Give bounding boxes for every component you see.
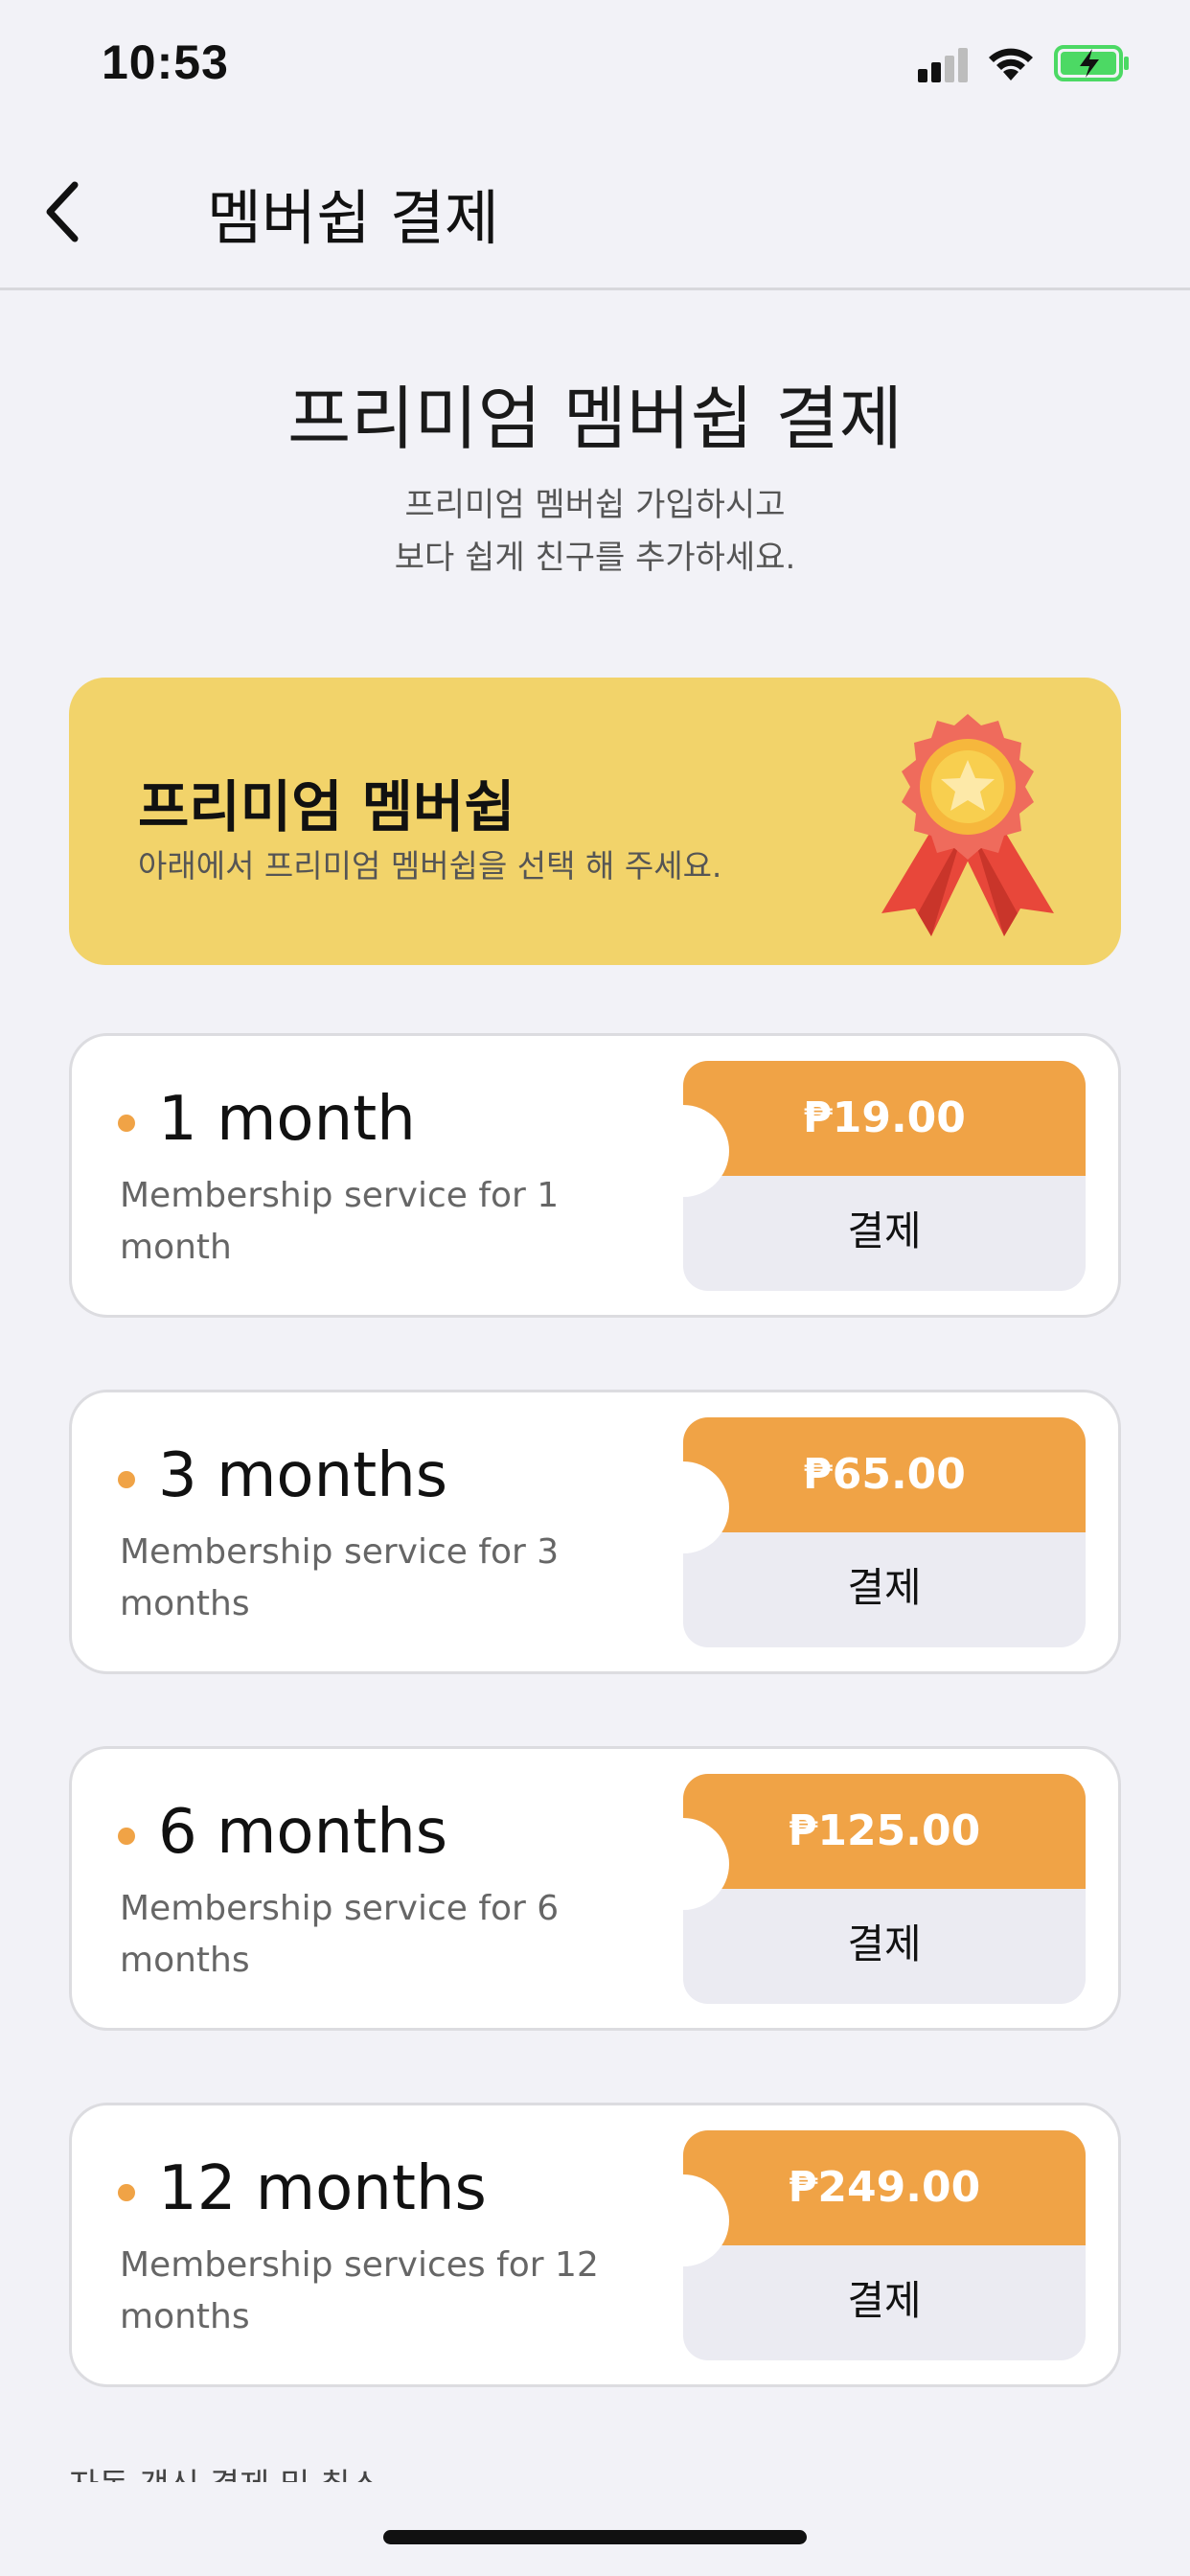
plan-description: Membership service for 1 month bbox=[120, 1176, 560, 1267]
home-indicator bbox=[383, 2530, 807, 2544]
pay-button[interactable]: 결제 bbox=[683, 1176, 1086, 1291]
plan-price: ₱125.00 bbox=[683, 1774, 1086, 1889]
plan-description: Membership service for 6 months bbox=[120, 1889, 560, 1980]
plan-card-12-months: 12 months Membership services for 12 mon… bbox=[69, 2103, 1121, 2387]
pay-button[interactable]: 결제 bbox=[683, 1889, 1086, 2004]
plan-card-6-months: 6 months Membership service for 6 months… bbox=[69, 1746, 1121, 2031]
plan-card-3-months: 3 months Membership service for 3 months… bbox=[69, 1390, 1121, 1674]
plan-description: Membership services for 12 months bbox=[120, 2245, 599, 2336]
pay-button[interactable]: 결제 bbox=[683, 1532, 1086, 1647]
plan-title: 3 months bbox=[158, 1440, 448, 1511]
plan-price: ₱65.00 bbox=[683, 1417, 1086, 1532]
pay-button[interactable]: 결제 bbox=[683, 2245, 1086, 2360]
price-box: ₱249.00 결제 bbox=[683, 2130, 1086, 2360]
plan-title: 12 months bbox=[158, 2153, 487, 2224]
plan-title: 6 months bbox=[158, 1797, 448, 1868]
price-box: ₱65.00 결제 bbox=[683, 1417, 1086, 1647]
status-bar: 10:53 bbox=[0, 0, 1190, 129]
bullet-dot bbox=[118, 1828, 135, 1845]
nav-title: 멤버쉽 결제 bbox=[207, 183, 499, 253]
navigation-bar: 멤버쉽 결제 bbox=[0, 129, 1190, 290]
banner-subtitle: 아래에서 프리미엄 멤버쉽을 선택 해 주세요. bbox=[138, 847, 722, 885]
price-box: ₱19.00 결제 bbox=[683, 1061, 1086, 1291]
page-subtitle: 프리미엄 멤버쉽 가입하시고 보다 쉽게 친구를 추가하세요. bbox=[0, 479, 1190, 585]
plan-price: ₱19.00 bbox=[683, 1061, 1086, 1176]
wifi-icon bbox=[989, 48, 1033, 80]
status-time: 10:53 bbox=[102, 35, 229, 89]
plan-title: 1 month bbox=[158, 1084, 416, 1155]
chevron-left-icon bbox=[46, 181, 79, 242]
bullet-dot bbox=[118, 2184, 135, 2201]
bullet-dot bbox=[118, 1471, 135, 1488]
page-title: 프리미엄 멤버쉽 결제 bbox=[287, 379, 903, 459]
subtitle-line-1: 프리미엄 멤버쉽 가입하시고 bbox=[404, 486, 786, 524]
back-button[interactable] bbox=[34, 173, 92, 250]
banner-title: 프리미엄 멤버쉽 bbox=[138, 774, 515, 840]
cellular-signal-icon bbox=[918, 48, 968, 82]
premium-banner: 프리미엄 멤버쉽 아래에서 프리미엄 멤버쉽을 선택 해 주세요. bbox=[69, 678, 1121, 965]
plan-price: ₱249.00 bbox=[683, 2130, 1086, 2245]
bullet-dot bbox=[118, 1115, 135, 1132]
battery-charging-icon bbox=[1054, 45, 1129, 81]
price-box: ₱125.00 결제 bbox=[683, 1774, 1086, 2004]
subtitle-line-2: 보다 쉽게 친구를 추가하세요. bbox=[394, 539, 796, 577]
auto-renewal-footnote[interactable]: 자동 갱신 결제 및 취소 bbox=[69, 2459, 380, 2482]
plan-description: Membership service for 3 months bbox=[120, 1532, 560, 1623]
plan-card-1-month: 1 month Membership service for 1 month ₱… bbox=[69, 1033, 1121, 1318]
award-ribbon-icon bbox=[881, 714, 1054, 936]
